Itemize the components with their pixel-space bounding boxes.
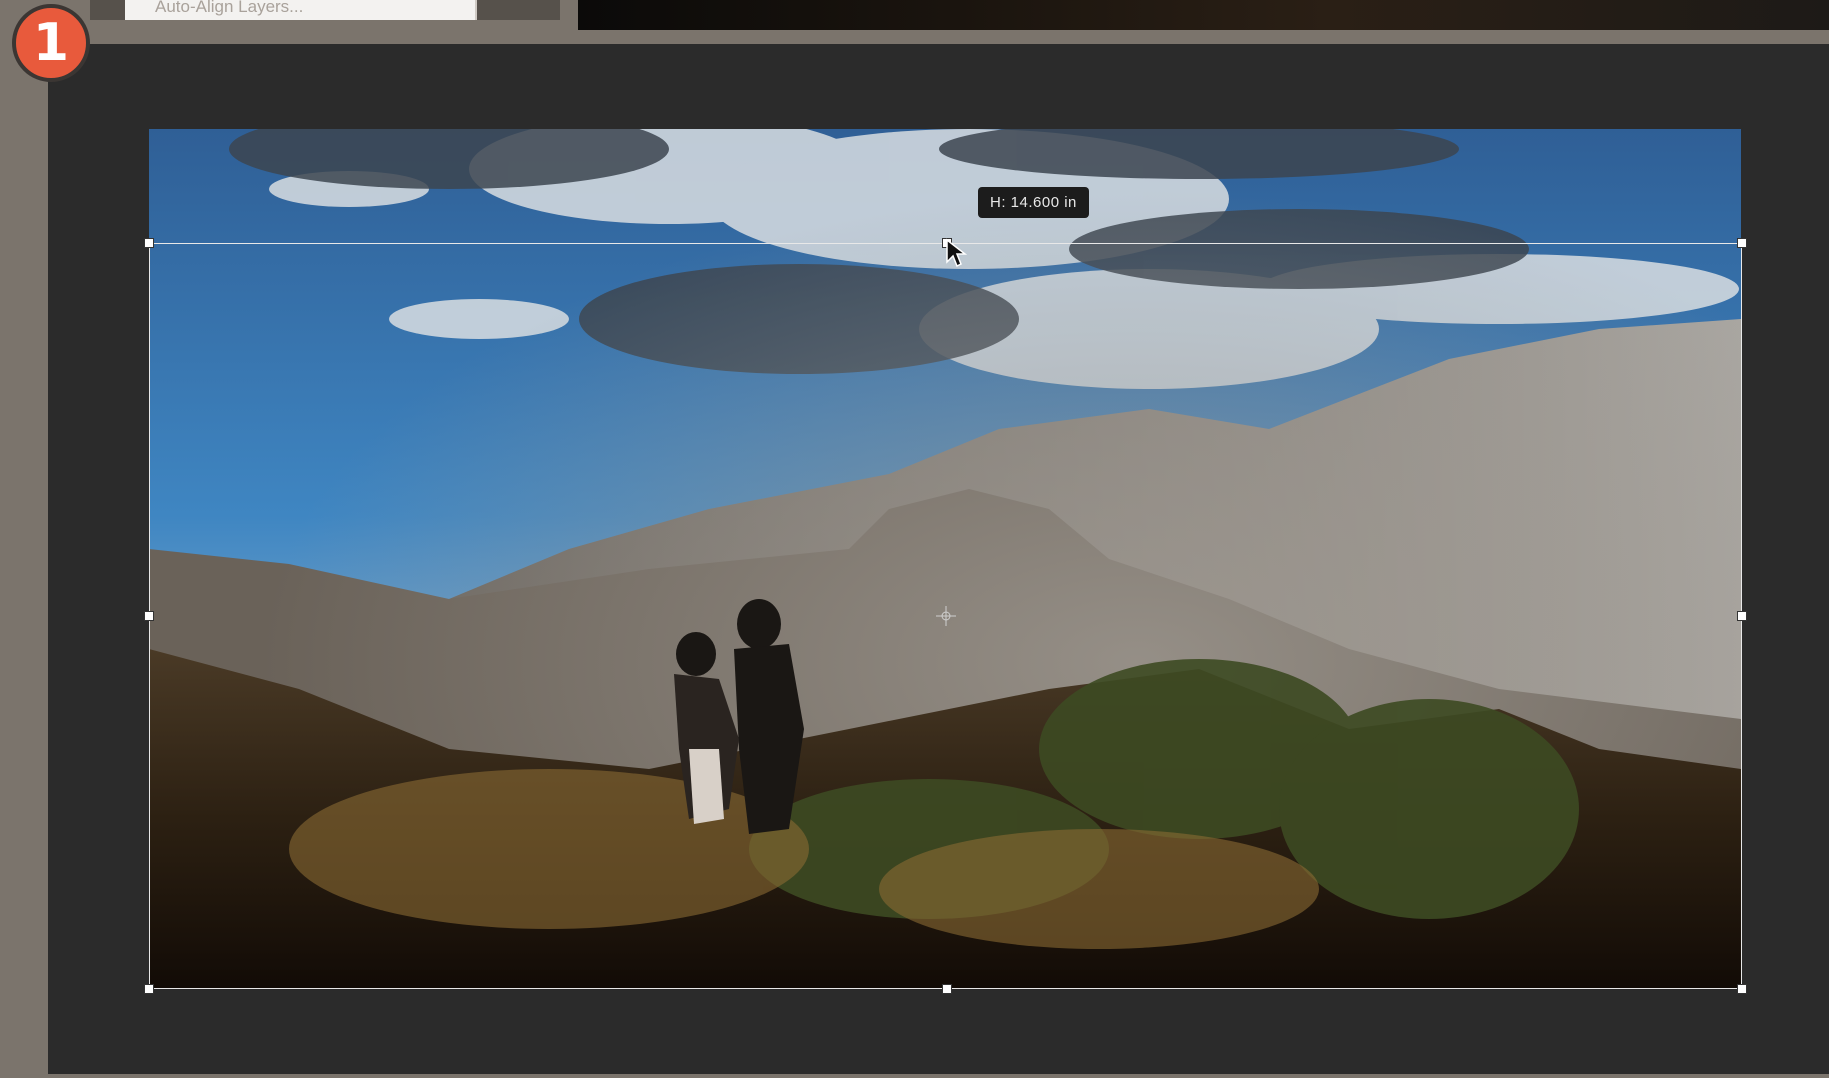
- transform-handle-icon[interactable]: [1737, 984, 1747, 994]
- reference-point-icon[interactable]: [936, 606, 956, 626]
- transform-height-tooltip: H: 14.600 in: [978, 187, 1089, 218]
- transform-handle-icon[interactable]: [144, 611, 154, 621]
- menu-item-auto-align-layers[interactable]: Auto-Align Layers...: [125, 0, 477, 20]
- transform-handle-icon[interactable]: [1737, 238, 1747, 248]
- arrow-cursor-icon: [946, 238, 967, 268]
- transform-handle-icon[interactable]: [144, 238, 154, 248]
- transform-handle-icon[interactable]: [1737, 611, 1747, 621]
- step-badge: 1: [12, 4, 90, 82]
- adjacent-document-strip: [578, 0, 1829, 30]
- transform-handle-icon[interactable]: [942, 984, 952, 994]
- transform-handle-icon[interactable]: [144, 984, 154, 994]
- menu-item-label: Auto-Align Layers...: [155, 0, 304, 16]
